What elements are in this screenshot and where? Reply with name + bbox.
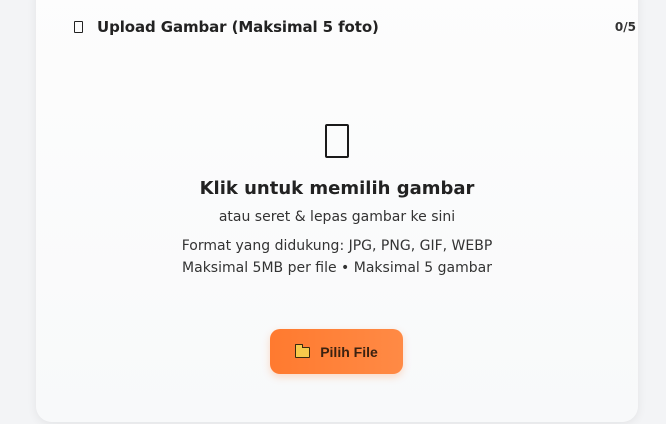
- image-icon: [325, 124, 349, 158]
- upload-title: Upload Gambar (Maksimal 5 foto): [97, 18, 379, 36]
- page: Upload Gambar (Maksimal 5 foto) 0/5 Klik…: [0, 0, 666, 424]
- upload-counter: 0/5: [614, 20, 636, 34]
- image-icon: [74, 21, 83, 33]
- dropzone-title: Klik untuk memilih gambar: [199, 178, 475, 199]
- dropzone-subtitle: atau seret & lepas gambar ke sini: [218, 209, 456, 225]
- upload-card: Upload Gambar (Maksimal 5 foto) 0/5 Klik…: [36, 0, 638, 422]
- pick-file-button[interactable]: Pilih File: [270, 329, 403, 374]
- dropzone-formats: Format yang didukung: JPG, PNG, GIF, WEB…: [181, 238, 493, 254]
- dropzone[interactable]: Klik untuk memilih gambar atau seret & l…: [36, 124, 638, 276]
- pick-file-label: Pilih File: [320, 343, 378, 360]
- dropzone-limits: Maksimal 5MB per file • Maksimal 5 gamba…: [182, 260, 492, 276]
- upload-header-left: Upload Gambar (Maksimal 5 foto): [72, 18, 379, 36]
- folder-icon: [295, 344, 311, 358]
- upload-header: Upload Gambar (Maksimal 5 foto) 0/5: [72, 16, 636, 38]
